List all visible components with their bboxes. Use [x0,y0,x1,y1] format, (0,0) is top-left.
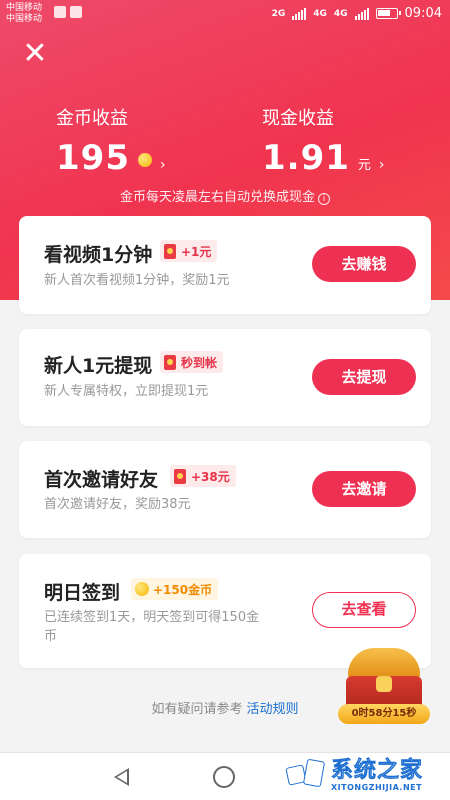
close-icon[interactable]: ✕ [20,39,50,70]
reward-badge-text: 秒到帐 [181,355,218,370]
task-card-withdraw: 新人1元提现 秒到帐 新人专属特权，立即提现1元 去提现 [19,329,431,426]
task-card-invite: 首次邀请好友 +38元 首次邀请好友，奖励38元 去邀请 [19,441,431,538]
gold-coin-icon [137,153,152,167]
task-title: 首次邀请好友 [44,469,159,491]
network-4g-label: 4G [313,8,327,19]
gold-coin-icon [135,582,149,596]
treasure-timer: 0时58分15秒 [338,704,430,724]
task-desc: 新人首次看视频1分钟，奖励1元 [44,273,230,288]
red-envelope-icon [164,243,176,259]
tiktok-icon [54,6,66,18]
cash-earnings-label: 现金收益 [262,108,334,129]
invite-button[interactable]: 去邀请 [312,471,416,507]
watermark-logo: 系统之家 XITONGZHIJIA.NET [285,755,447,795]
earn-money-button[interactable]: 去赚钱 [312,246,416,282]
reward-badge-text: +150金币 [153,582,213,597]
red-envelope-icon [174,468,186,484]
activity-rules-link[interactable]: 活动规则 [247,702,299,717]
task-card-watch-video: 看视频1分钟 +1元 新人首次看视频1分钟，奖励1元 去赚钱 [19,216,431,314]
view-button[interactable]: 去查看 [312,592,416,628]
signal-icon-2 [354,7,369,20]
gold-earnings[interactable]: 金币收益 195 › [56,104,166,178]
gallery-icon [70,6,82,18]
carrier-name-2: 中国移动 [6,14,43,24]
notification-icons [54,6,82,18]
signal-icon [292,7,307,20]
network-4g-label-2: 4G [333,8,348,19]
treasure-chest-widget[interactable]: 0时58分15秒 [338,640,430,730]
task-title: 新人1元提现 [44,355,153,377]
rules-prefix: 如有疑问请参考 [151,702,243,717]
watermark-logo-icon [285,758,327,792]
exchange-note: 金币每天凌晨左右自动兑换成现金 i [0,186,450,205]
reward-badge: +1元 [160,240,218,262]
cash-unit: 元 [357,158,371,173]
task-desc: 已连续签到1天，明天签到可得150金 币 [44,608,259,646]
reward-badge-text: +1元 [181,244,212,259]
reward-badge: +38元 [170,465,236,487]
watermark-text-en: XITONGZHIJIA.NET [331,782,423,792]
info-icon[interactable]: i [318,193,330,205]
chevron-right-icon: › [159,157,166,173]
status-bar: 中国移动 中国移动 2G 4G 4G 09:04 [0,0,450,30]
reward-badge-text: +38元 [191,469,230,484]
task-desc-line-2: 币 [44,629,58,644]
gold-earnings-label: 金币收益 [56,108,128,129]
task-desc-line-1: 已连续签到1天，明天签到可得150金 [44,610,260,625]
task-title: 看视频1分钟 [44,244,153,266]
home-icon[interactable] [213,766,235,788]
carrier-info: 中国移动 中国移动 [6,3,42,25]
status-right: 2G 4G 4G 09:04 [272,6,442,21]
task-title: 明日签到 [44,582,121,604]
carrier-name-1: 中国移动 [6,3,43,13]
task-desc: 首次邀请好友，奖励38元 [44,497,191,512]
back-icon[interactable] [114,768,129,786]
chevron-right-icon: › [378,157,385,173]
battery-icon [375,8,401,19]
reward-badge: 秒到帐 [160,351,224,373]
exchange-note-text: 金币每天凌晨左右自动兑换成现金 [119,190,315,205]
task-desc: 新人专属特权，立即提现1元 [44,384,209,399]
reward-badge: +150金币 [131,578,219,600]
withdraw-button[interactable]: 去提现 [312,359,416,395]
cash-earnings[interactable]: 现金收益 1.91 元 › [262,104,385,178]
cash-earnings-value: 1.91 [262,138,350,178]
network-2g-label: 2G [271,8,286,19]
red-envelope-icon [164,354,176,370]
gold-earnings-value: 195 [56,138,130,178]
clock: 09:04 [404,6,442,21]
watermark-text-cn: 系统之家 [331,757,424,783]
